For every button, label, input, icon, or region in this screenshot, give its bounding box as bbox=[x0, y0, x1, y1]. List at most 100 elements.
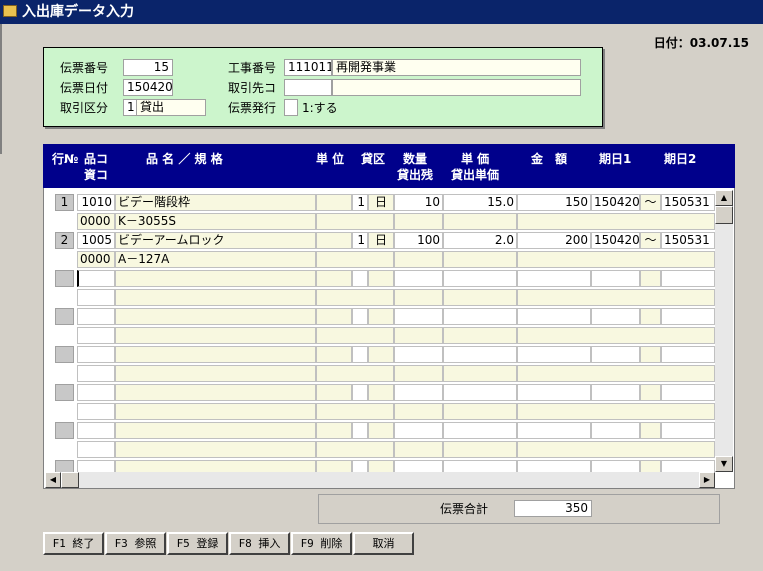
row-number[interactable]: 1 bbox=[55, 194, 74, 211]
empty-cell[interactable] bbox=[77, 441, 115, 458]
empty-cell[interactable] bbox=[394, 403, 443, 420]
date1-cell[interactable]: 150420 bbox=[591, 232, 640, 249]
f8-insert-button[interactable]: F8 挿入 bbox=[229, 532, 290, 555]
empty-cell[interactable] bbox=[591, 460, 640, 472]
empty-cell[interactable] bbox=[394, 346, 443, 363]
qty-cell[interactable]: 10 bbox=[394, 194, 443, 211]
empty-cell[interactable] bbox=[640, 422, 661, 439]
empty-cell[interactable] bbox=[352, 384, 368, 401]
empty-cell[interactable] bbox=[368, 384, 394, 401]
empty-cell[interactable] bbox=[443, 384, 517, 401]
empty-cell[interactable] bbox=[77, 403, 115, 420]
empty-cell[interactable] bbox=[394, 441, 443, 458]
empty-cell[interactable] bbox=[640, 308, 661, 325]
scroll-down-icon[interactable]: ▼ bbox=[715, 456, 733, 472]
empty-cell[interactable] bbox=[591, 384, 640, 401]
row-number[interactable] bbox=[55, 422, 74, 439]
work-no-field[interactable]: 111011 bbox=[284, 59, 332, 76]
empty-cell[interactable] bbox=[316, 422, 352, 439]
vertical-scrollbar[interactable]: ▲ ▼ bbox=[715, 190, 733, 472]
empty-cell[interactable] bbox=[352, 422, 368, 439]
empty-cell[interactable] bbox=[443, 327, 517, 344]
empty-cell[interactable] bbox=[443, 289, 517, 306]
empty-cell[interactable] bbox=[316, 403, 394, 420]
empty-cell[interactable] bbox=[591, 308, 640, 325]
empty-cell[interactable] bbox=[591, 270, 640, 287]
row-number[interactable]: 2 bbox=[55, 232, 74, 249]
unit-price-cell[interactable]: 15.0 bbox=[443, 194, 517, 211]
empty-cell[interactable] bbox=[316, 365, 394, 382]
item-code-cell[interactable]: 1005 bbox=[77, 232, 115, 249]
empty-cell[interactable] bbox=[352, 460, 368, 472]
empty-cell[interactable] bbox=[316, 460, 352, 472]
empty-cell[interactable] bbox=[661, 270, 715, 287]
empty-cell[interactable] bbox=[352, 346, 368, 363]
scroll-up-icon[interactable]: ▲ bbox=[715, 190, 733, 206]
f1-exit-button[interactable]: F1 終了 bbox=[43, 532, 104, 555]
empty-cell[interactable] bbox=[316, 346, 352, 363]
empty-cell[interactable] bbox=[115, 384, 316, 401]
empty-cell[interactable] bbox=[661, 460, 715, 472]
empty-cell[interactable] bbox=[394, 327, 443, 344]
row-number[interactable] bbox=[55, 308, 74, 325]
empty-cell[interactable] bbox=[517, 460, 591, 472]
empty-cell[interactable] bbox=[517, 308, 591, 325]
empty-cell[interactable] bbox=[352, 308, 368, 325]
empty-cell[interactable] bbox=[591, 422, 640, 439]
empty-cell[interactable] bbox=[443, 308, 517, 325]
empty-cell[interactable] bbox=[517, 384, 591, 401]
empty-cell[interactable] bbox=[115, 422, 316, 439]
empty-cell[interactable] bbox=[394, 422, 443, 439]
unit-price-cell[interactable]: 2.0 bbox=[443, 232, 517, 249]
row-number[interactable] bbox=[55, 346, 74, 363]
empty-cell[interactable] bbox=[517, 365, 715, 382]
empty-cell[interactable] bbox=[443, 346, 517, 363]
cancel-button[interactable]: 取消 bbox=[353, 532, 414, 555]
empty-cell[interactable] bbox=[517, 441, 715, 458]
loan-type-cell[interactable]: 1 bbox=[352, 194, 368, 211]
empty-cell[interactable] bbox=[115, 346, 316, 363]
empty-cell[interactable] bbox=[517, 327, 715, 344]
empty-cell[interactable] bbox=[517, 346, 591, 363]
empty-cell[interactable] bbox=[394, 384, 443, 401]
vertical-scroll-thumb[interactable] bbox=[715, 206, 733, 224]
empty-cell[interactable] bbox=[115, 403, 316, 420]
issue-field[interactable] bbox=[284, 99, 298, 116]
row-number[interactable] bbox=[55, 270, 74, 287]
empty-cell[interactable] bbox=[368, 308, 394, 325]
empty-cell[interactable] bbox=[368, 422, 394, 439]
empty-cell[interactable] bbox=[316, 289, 394, 306]
empty-cell[interactable] bbox=[115, 327, 316, 344]
empty-cell[interactable] bbox=[661, 346, 715, 363]
empty-cell[interactable] bbox=[368, 346, 394, 363]
empty-cell[interactable] bbox=[115, 460, 316, 472]
f3-lookup-button[interactable]: F3 参照 bbox=[105, 532, 166, 555]
empty-cell[interactable] bbox=[352, 270, 368, 287]
item-code-cell[interactable]: 1010 bbox=[77, 194, 115, 211]
empty-cell[interactable] bbox=[591, 346, 640, 363]
empty-cell[interactable] bbox=[517, 403, 715, 420]
empty-cell[interactable] bbox=[77, 289, 115, 306]
slip-date-field[interactable]: 150420 bbox=[123, 79, 173, 96]
empty-cell[interactable] bbox=[316, 327, 394, 344]
empty-cell[interactable] bbox=[316, 441, 394, 458]
empty-cell[interactable] bbox=[115, 308, 316, 325]
loan-type-cell[interactable]: 1 bbox=[352, 232, 368, 249]
trade-type-code-field[interactable]: 1 bbox=[123, 99, 137, 116]
empty-cell[interactable] bbox=[443, 403, 517, 420]
empty-cell[interactable] bbox=[77, 384, 115, 401]
date2-cell[interactable]: 150531 bbox=[661, 194, 715, 211]
empty-cell[interactable] bbox=[316, 384, 352, 401]
empty-cell[interactable] bbox=[316, 308, 352, 325]
empty-cell[interactable] bbox=[368, 270, 394, 287]
row-number[interactable] bbox=[55, 384, 74, 401]
empty-cell[interactable] bbox=[394, 270, 443, 287]
empty-cell[interactable] bbox=[77, 308, 115, 325]
empty-cell[interactable] bbox=[394, 289, 443, 306]
empty-cell[interactable] bbox=[661, 422, 715, 439]
empty-cell[interactable] bbox=[77, 327, 115, 344]
empty-cell[interactable] bbox=[115, 441, 316, 458]
row-number[interactable] bbox=[55, 460, 74, 472]
partner-code-field[interactable] bbox=[284, 79, 332, 96]
empty-cell[interactable] bbox=[661, 308, 715, 325]
